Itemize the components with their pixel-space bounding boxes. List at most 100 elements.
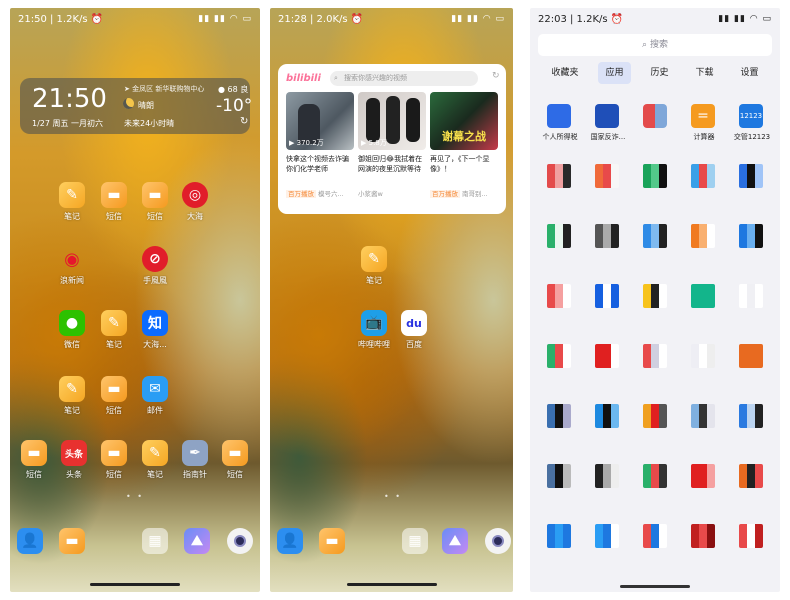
app-pixelated[interactable] (536, 400, 584, 460)
app-pixelated[interactable] (584, 520, 632, 580)
app-pixelated[interactable] (728, 160, 776, 220)
app-pixelated[interactable] (680, 220, 728, 280)
tab-favorites[interactable]: 收藏夹 (544, 62, 585, 84)
app-pixelated[interactable] (536, 340, 584, 400)
app-pixelated[interactable] (536, 280, 584, 340)
sms-icon: ▬ (101, 376, 127, 402)
app-pixelated[interactable] (536, 220, 584, 280)
app-search-input[interactable]: ⌕ 搜索 (538, 34, 772, 56)
tab-downloads[interactable]: 下载 (688, 62, 720, 84)
app-pixelated[interactable] (584, 160, 632, 220)
app-pixelated[interactable] (728, 220, 776, 280)
pixelated-app-icon (595, 284, 619, 308)
app-weibo[interactable]: ◉ 浪新闻 (48, 246, 96, 286)
app-zhihu[interactable]: 知 大海... (131, 310, 179, 350)
refresh-icon[interactable]: ↻ (240, 116, 248, 127)
app-pixelated[interactable] (584, 280, 632, 340)
bilibili-search-input[interactable]: ⌕ 搜索你感兴趣的视频 (330, 71, 478, 86)
pixelated-app-icon (739, 524, 763, 548)
note-icon: ✎ (101, 310, 127, 336)
app-tax[interactable]: 个人所得税 (536, 100, 584, 160)
pixelated-app-icon (595, 524, 619, 548)
pixelated-app-icon (739, 344, 763, 368)
pixelated-app-icon (691, 284, 715, 308)
phone-screen-home-2: 21:28 | 2.0K/s ⏰ ▮▮ ▮▮ ◠ ▭ bilibili ⌕ 搜索… (270, 8, 513, 592)
tab-history[interactable]: 历史 (643, 62, 675, 84)
app-pixelated[interactable] (632, 280, 680, 340)
dock-gallery[interactable]: ⛰ (431, 528, 479, 554)
messages-icon: ▬ (319, 528, 345, 554)
app-pixelated[interactable] (728, 340, 776, 400)
dock-messages[interactable]: ▬ (308, 528, 356, 554)
dock-folder[interactable]: ▦ (131, 528, 179, 554)
weather-widget[interactable]: 21:50 1/27 周五 一月初六 ➤ 金凤区 新华联购物中心 晴朗 未来24… (20, 78, 252, 134)
app-baidu[interactable]: du 百度 (390, 310, 438, 350)
app-pixelated[interactable] (632, 340, 680, 400)
pixelated-app-icon (739, 164, 763, 188)
app-red-circle[interactable]: ⊘ 手風風 (131, 246, 179, 286)
pixelated-app-icon (595, 344, 619, 368)
app-pixelated[interactable] (536, 460, 584, 520)
gesture-bar[interactable] (90, 583, 180, 586)
weather-location: ➤ 金凤区 新华联购物中心 (124, 85, 205, 93)
status-bar: 22:03 | 1.2K/s ⏰ ▮▮ ▮▮ ◠ ▭ (530, 8, 780, 30)
app-pixelated[interactable] (632, 460, 680, 520)
app-pixelated[interactable] (632, 160, 680, 220)
app-notes[interactable]: ✎ 笔记 (48, 182, 96, 222)
air-quality: ● 68 良 (218, 85, 249, 94)
app-pixelated[interactable] (680, 460, 728, 520)
tab-apps[interactable]: 应用 (598, 62, 631, 84)
dock-camera[interactable] (474, 528, 513, 554)
video-meta: 百万播放 模号六... (286, 190, 344, 198)
app-pixelated[interactable] (728, 520, 776, 580)
search-icon: ⌕ (334, 74, 338, 82)
app-pixelated[interactable] (728, 400, 776, 460)
app-traffic-12123[interactable]: 12123 交管12123 (728, 100, 776, 160)
video-card[interactable]: 谢幕之战 再见了，《下一个显像》！ 百万播放 南哥别... (430, 92, 498, 198)
pixelated-app-icon (547, 524, 571, 548)
app-calculator[interactable]: = 计算器 (680, 100, 728, 160)
contacts-icon: 👤 (277, 528, 303, 554)
app-pixelated[interactable] (728, 460, 776, 520)
app-wechat[interactable]: ● 微信 (48, 310, 96, 350)
app-pixelated[interactable] (680, 520, 728, 580)
app-pixelated[interactable] (536, 160, 584, 220)
app-pixelated[interactable] (680, 280, 728, 340)
app-pixelated[interactable] (680, 400, 728, 460)
app-pixelated[interactable] (632, 520, 680, 580)
app-anti-fraud[interactable]: 国家反诈... (584, 100, 632, 160)
app-notes[interactable]: ✎ 笔记 (48, 376, 96, 416)
bilibili-widget[interactable]: bilibili ⌕ 搜索你感兴趣的视频 ↻ ▶ 370.2万 快拿这个视频去诈… (278, 64, 506, 214)
app-pixelated[interactable] (536, 520, 584, 580)
app-pixelated[interactable] (632, 220, 680, 280)
dock-gallery[interactable]: ⛰ (173, 528, 221, 554)
app-pixelated[interactable] (584, 400, 632, 460)
gesture-bar[interactable] (620, 585, 690, 588)
camera-icon (227, 528, 253, 554)
app-pixelated[interactable] (584, 340, 632, 400)
video-card[interactable]: ▶ 5.8万 御姐回归😂我拭着在网演的夜里沉默等待 小浆酱w (358, 92, 426, 198)
pixelated-app-icon (643, 104, 667, 128)
app-pixelated[interactable] (680, 340, 728, 400)
note-icon: ✎ (59, 182, 85, 208)
video-card[interactable]: ▶ 370.2万 快拿这个视频去诈骗你们化学老师 百万播放 模号六... (286, 92, 354, 198)
app-pixelated[interactable] (632, 400, 680, 460)
gesture-bar[interactable] (346, 583, 437, 586)
pixelated-app-icon (643, 404, 667, 428)
app-pixelated[interactable] (584, 460, 632, 520)
dock-camera[interactable] (216, 528, 260, 554)
app-blurred[interactable] (632, 100, 680, 160)
mail-icon: ✉ (142, 376, 168, 402)
app-mail[interactable]: ✉ 邮件 (131, 376, 179, 416)
refresh-icon[interactable]: ↻ (492, 71, 500, 81)
app-pixelated[interactable] (680, 160, 728, 220)
app-sms[interactable]: ▬ 短信 (211, 440, 259, 480)
status-bar: 21:28 | 2.0K/s ⏰ ▮▮ ▮▮ ◠ ▭ (270, 8, 513, 30)
app-netease-music[interactable]: ◎ 大海 (171, 182, 219, 222)
app-notes[interactable]: ✎ 笔记 (350, 246, 398, 286)
pixelated-app-icon (643, 464, 667, 488)
app-pixelated[interactable] (584, 220, 632, 280)
app-pixelated[interactable] (728, 280, 776, 340)
tab-settings[interactable]: 设置 (733, 62, 765, 84)
dock-messages[interactable]: ▬ (48, 528, 96, 554)
